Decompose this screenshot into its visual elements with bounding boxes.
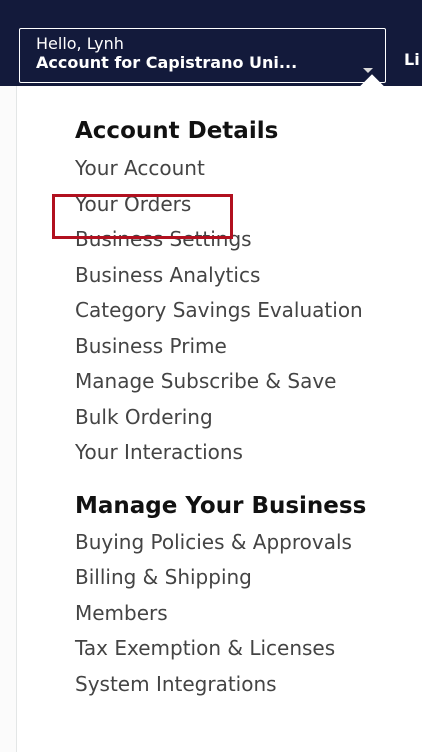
your-interactions-link[interactable]: Your Interactions — [75, 440, 243, 464]
manage-business-list: Buying Policies & Approvals Billing & Sh… — [75, 526, 415, 704]
menu-left-border — [16, 86, 17, 752]
menu-item-buying-policies-approvals: Buying Policies & Approvals — [75, 526, 415, 562]
bulk-ordering-link[interactable]: Bulk Ordering — [75, 405, 213, 429]
members-link[interactable]: Members — [75, 601, 168, 625]
menu-item-system-integrations: System Integrations — [75, 668, 415, 704]
caret-down-icon — [363, 68, 373, 73]
menu-item-business-prime: Business Prime — [75, 330, 415, 366]
manage-subscribe-save-link[interactable]: Manage Subscribe & Save — [75, 369, 336, 393]
business-settings-link[interactable]: Business Settings — [75, 227, 252, 251]
page: Hello, Lynh Account for Capistrano Uni..… — [0, 0, 422, 752]
business-analytics-link[interactable]: Business Analytics — [75, 263, 260, 287]
menu-item-tax-exemption-licenses: Tax Exemption & Licenses — [75, 632, 415, 668]
account-name: Account for Capistrano Uni... — [36, 53, 298, 72]
next-nav-item[interactable]: Li — [404, 50, 420, 70]
menu-item-your-account: Your Account — [75, 152, 415, 188]
business-prime-link[interactable]: Business Prime — [75, 334, 227, 358]
top-navigation-bar: Hello, Lynh Account for Capistrano Uni..… — [0, 0, 422, 86]
menu-item-business-settings: Business Settings — [75, 223, 415, 259]
account-lists-button[interactable]: Hello, Lynh Account for Capistrano Uni..… — [19, 28, 386, 83]
menu-item-your-orders: Your Orders — [75, 188, 415, 224]
section-title-account-details: Account Details — [75, 118, 279, 144]
system-integrations-link[interactable]: System Integrations — [75, 672, 277, 696]
account-greeting: Hello, Lynh — [36, 34, 124, 53]
billing-shipping-link[interactable]: Billing & Shipping — [75, 565, 252, 589]
left-gutter — [0, 0, 16, 752]
menu-item-manage-subscribe-save: Manage Subscribe & Save — [75, 365, 415, 401]
menu-item-bulk-ordering: Bulk Ordering — [75, 401, 415, 437]
category-savings-evaluation-link[interactable]: Category Savings Evaluation — [75, 298, 363, 322]
menu-item-category-savings-evaluation: Category Savings Evaluation — [75, 294, 415, 330]
menu-item-your-interactions: Your Interactions — [75, 436, 415, 472]
menu-item-members: Members — [75, 597, 415, 633]
account-dropdown-menu: Account Details Your Account Your Orders… — [75, 114, 415, 703]
account-details-list: Your Account Your Orders Business Settin… — [75, 152, 415, 472]
section-title-manage-your-business: Manage Your Business — [75, 492, 367, 519]
your-orders-link[interactable]: Your Orders — [75, 192, 191, 216]
buying-policies-approvals-link[interactable]: Buying Policies & Approvals — [75, 530, 352, 554]
menu-item-business-analytics: Business Analytics — [75, 259, 415, 295]
tax-exemption-licenses-link[interactable]: Tax Exemption & Licenses — [75, 636, 335, 660]
your-account-link[interactable]: Your Account — [75, 156, 205, 180]
menu-item-billing-shipping: Billing & Shipping — [75, 561, 415, 597]
